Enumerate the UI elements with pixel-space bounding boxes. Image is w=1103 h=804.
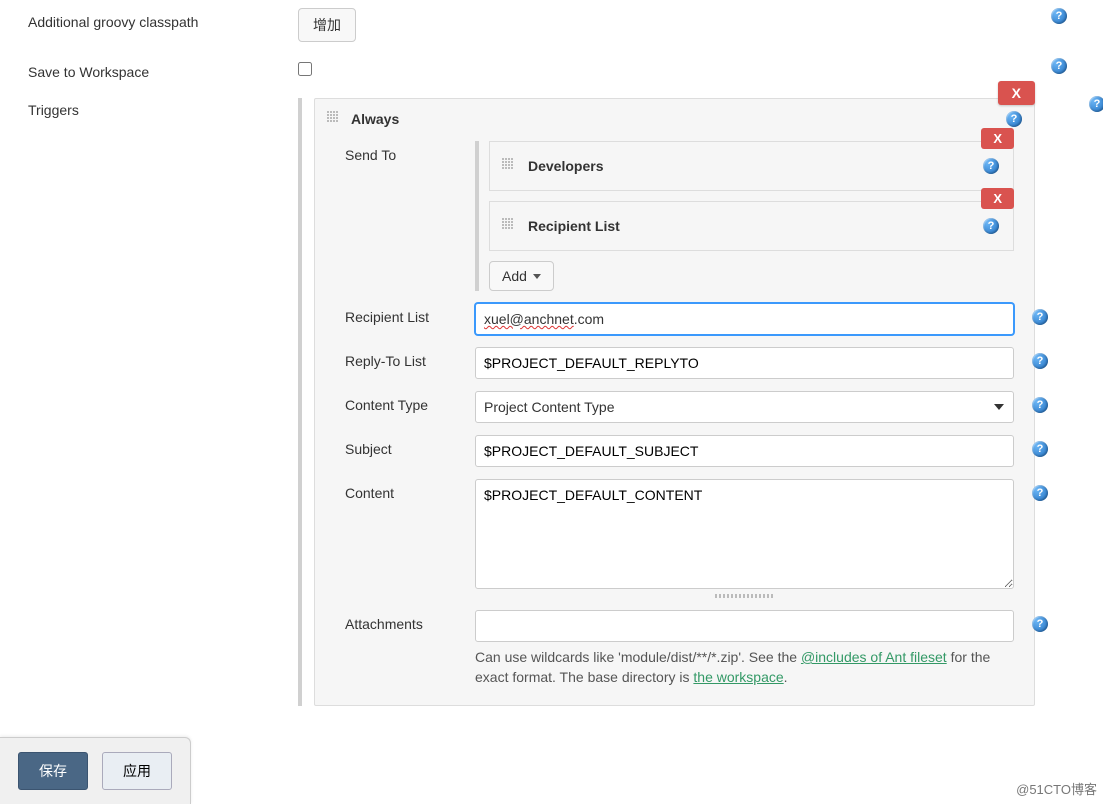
remove-recipient-button[interactable]: X [981,188,1014,209]
row-content: Content ? [327,473,1022,604]
label-content: Content [345,479,475,501]
save-workspace-checkbox[interactable] [298,62,312,76]
help-icon[interactable]: ? [1051,8,1067,24]
label-triggers: Triggers [28,102,79,118]
chevron-down-icon [533,274,541,279]
help-icon[interactable]: ? [1032,616,1048,632]
help-icon[interactable]: ? [983,218,999,234]
add-label: Add [502,268,527,284]
label-recipient-list: Recipient List [345,303,475,325]
sendto-group: X Developers ? X Recipient List ? [475,141,1014,291]
row-classpath: Additional groovy classpath 增加 ? [28,0,1075,50]
row-attachments: Attachments ? Can use wildcards like 'mo… [327,604,1022,693]
resize-handle-icon[interactable] [715,594,775,598]
apply-button[interactable]: 应用 [102,752,172,790]
chevron-down-icon [994,404,1004,410]
attachments-hint: Can use wildcards like 'module/dist/**/*… [475,648,1014,687]
help-icon[interactable]: ? [1032,309,1048,325]
trigger-title: Always [351,111,399,127]
row-triggers: Triggers ? X Always ? Send To [28,88,1075,722]
help-icon[interactable]: ? [1032,485,1048,501]
drag-handle-icon[interactable] [502,158,518,174]
content-textarea[interactable] [475,479,1014,589]
bottom-toolbar: 保存 应用 [0,737,191,804]
help-icon[interactable]: ? [983,158,999,174]
recipient-developers: X Developers ? [489,141,1014,191]
row-recipient-list: Recipient List xuel@anchnet.com ? [327,297,1022,341]
label-sendto: Send To [345,141,475,163]
label-classpath: Additional groovy classpath [28,14,198,30]
recipient-list-input[interactable]: xuel@anchnet.com [475,303,1014,335]
label-save-workspace: Save to Workspace [28,64,149,80]
recipient-title: Developers [528,158,603,174]
subject-input[interactable] [475,435,1014,467]
watermark: @51CTO博客 [1016,779,1097,798]
row-subject: Subject ? [327,429,1022,473]
recipient-title: Recipient List [528,218,620,234]
label-contenttype: Content Type [345,391,475,413]
workspace-link[interactable]: the workspace [693,669,783,685]
trigger-always: X Always ? Send To X [314,98,1035,706]
remove-trigger-button[interactable]: X [998,81,1035,105]
label-subject: Subject [345,435,475,457]
help-icon[interactable]: ? [1051,58,1067,74]
add-recipient-dropdown[interactable]: Add [489,261,554,291]
drag-handle-icon[interactable] [502,218,518,234]
drag-handle-icon[interactable] [327,111,343,127]
help-icon[interactable]: ? [1032,353,1048,369]
label-replyto: Reply-To List [345,347,475,369]
triggers-panel: X Always ? Send To X [298,98,1035,706]
row-contenttype: Content Type Project Content Type ? [327,385,1022,429]
help-icon[interactable]: ? [1089,96,1103,112]
help-icon[interactable]: ? [1032,397,1048,413]
help-icon[interactable]: ? [1006,111,1022,127]
row-replyto: Reply-To List ? [327,341,1022,385]
contenttype-select[interactable]: Project Content Type [475,391,1014,423]
recipient-list-box: X Recipient List ? [489,201,1014,251]
save-button[interactable]: 保存 [18,752,88,790]
label-attachments: Attachments [345,610,475,632]
ant-fileset-link[interactable]: @includes of Ant fileset [801,649,947,665]
row-save-workspace: Save to Workspace ? [28,50,1075,88]
row-sendto: Send To X Developers ? X [327,135,1022,297]
replyto-input[interactable] [475,347,1014,379]
add-classpath-button[interactable]: 增加 [298,8,356,42]
remove-recipient-button[interactable]: X [981,128,1014,149]
help-icon[interactable]: ? [1032,441,1048,457]
attachments-input[interactable] [475,610,1014,642]
